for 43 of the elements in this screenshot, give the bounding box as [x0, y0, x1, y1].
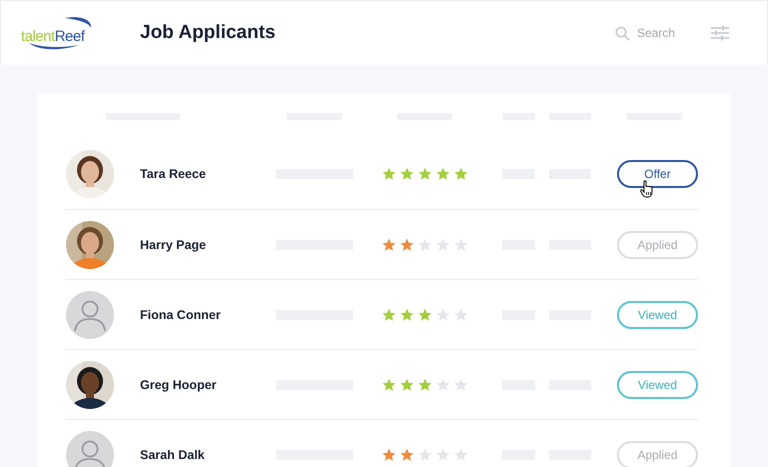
star-icon — [382, 378, 396, 392]
star-icon — [454, 378, 468, 392]
avatar-placeholder-icon — [66, 290, 114, 338]
star-icon — [400, 167, 414, 181]
star-icon — [454, 448, 468, 462]
applicant-name: Fiona Conner — [140, 308, 222, 322]
star-icon — [436, 448, 450, 462]
status-button[interactable]: Applied — [617, 440, 698, 467]
logo-text: talentReef — [21, 28, 84, 44]
status-button[interactable]: Applied — [617, 230, 698, 258]
star-icon — [436, 167, 450, 181]
search-icon[interactable] — [615, 26, 630, 40]
star-icon — [454, 238, 468, 252]
star-icon — [382, 167, 396, 181]
applicant-name: Tara Reece — [140, 167, 207, 181]
star-icon — [382, 238, 396, 252]
applicant-name: Greg Hooper — [140, 378, 218, 392]
star-icon — [418, 167, 432, 181]
hand-cursor-icon — [640, 180, 654, 198]
star-icon — [454, 167, 468, 181]
star-icon — [400, 238, 414, 252]
star-icon — [382, 308, 396, 322]
star-icon — [400, 448, 414, 462]
star-icon — [418, 378, 432, 392]
applicant-name: Sarah Dalk — [140, 448, 206, 462]
star-icon — [454, 308, 468, 322]
status-button[interactable]: Viewed — [617, 370, 698, 398]
star-icon — [418, 448, 432, 462]
star-icon — [400, 378, 414, 392]
star-icon — [418, 308, 432, 322]
status-button[interactable]: Viewed — [617, 300, 698, 328]
star-icon — [400, 308, 414, 322]
star-icon — [436, 238, 450, 252]
filter-sliders-icon[interactable] — [711, 25, 729, 41]
avatar-placeholder-icon — [66, 430, 114, 467]
star-icon — [418, 238, 432, 252]
search-field[interactable]: Search — [637, 24, 687, 42]
status-button[interactable]: Offer — [617, 160, 698, 188]
star-icon — [436, 308, 450, 322]
page-title: Job Applicants — [140, 22, 276, 44]
star-icon — [382, 448, 396, 462]
star-icon — [436, 378, 450, 392]
applicant-name: Harry Page — [140, 238, 208, 252]
